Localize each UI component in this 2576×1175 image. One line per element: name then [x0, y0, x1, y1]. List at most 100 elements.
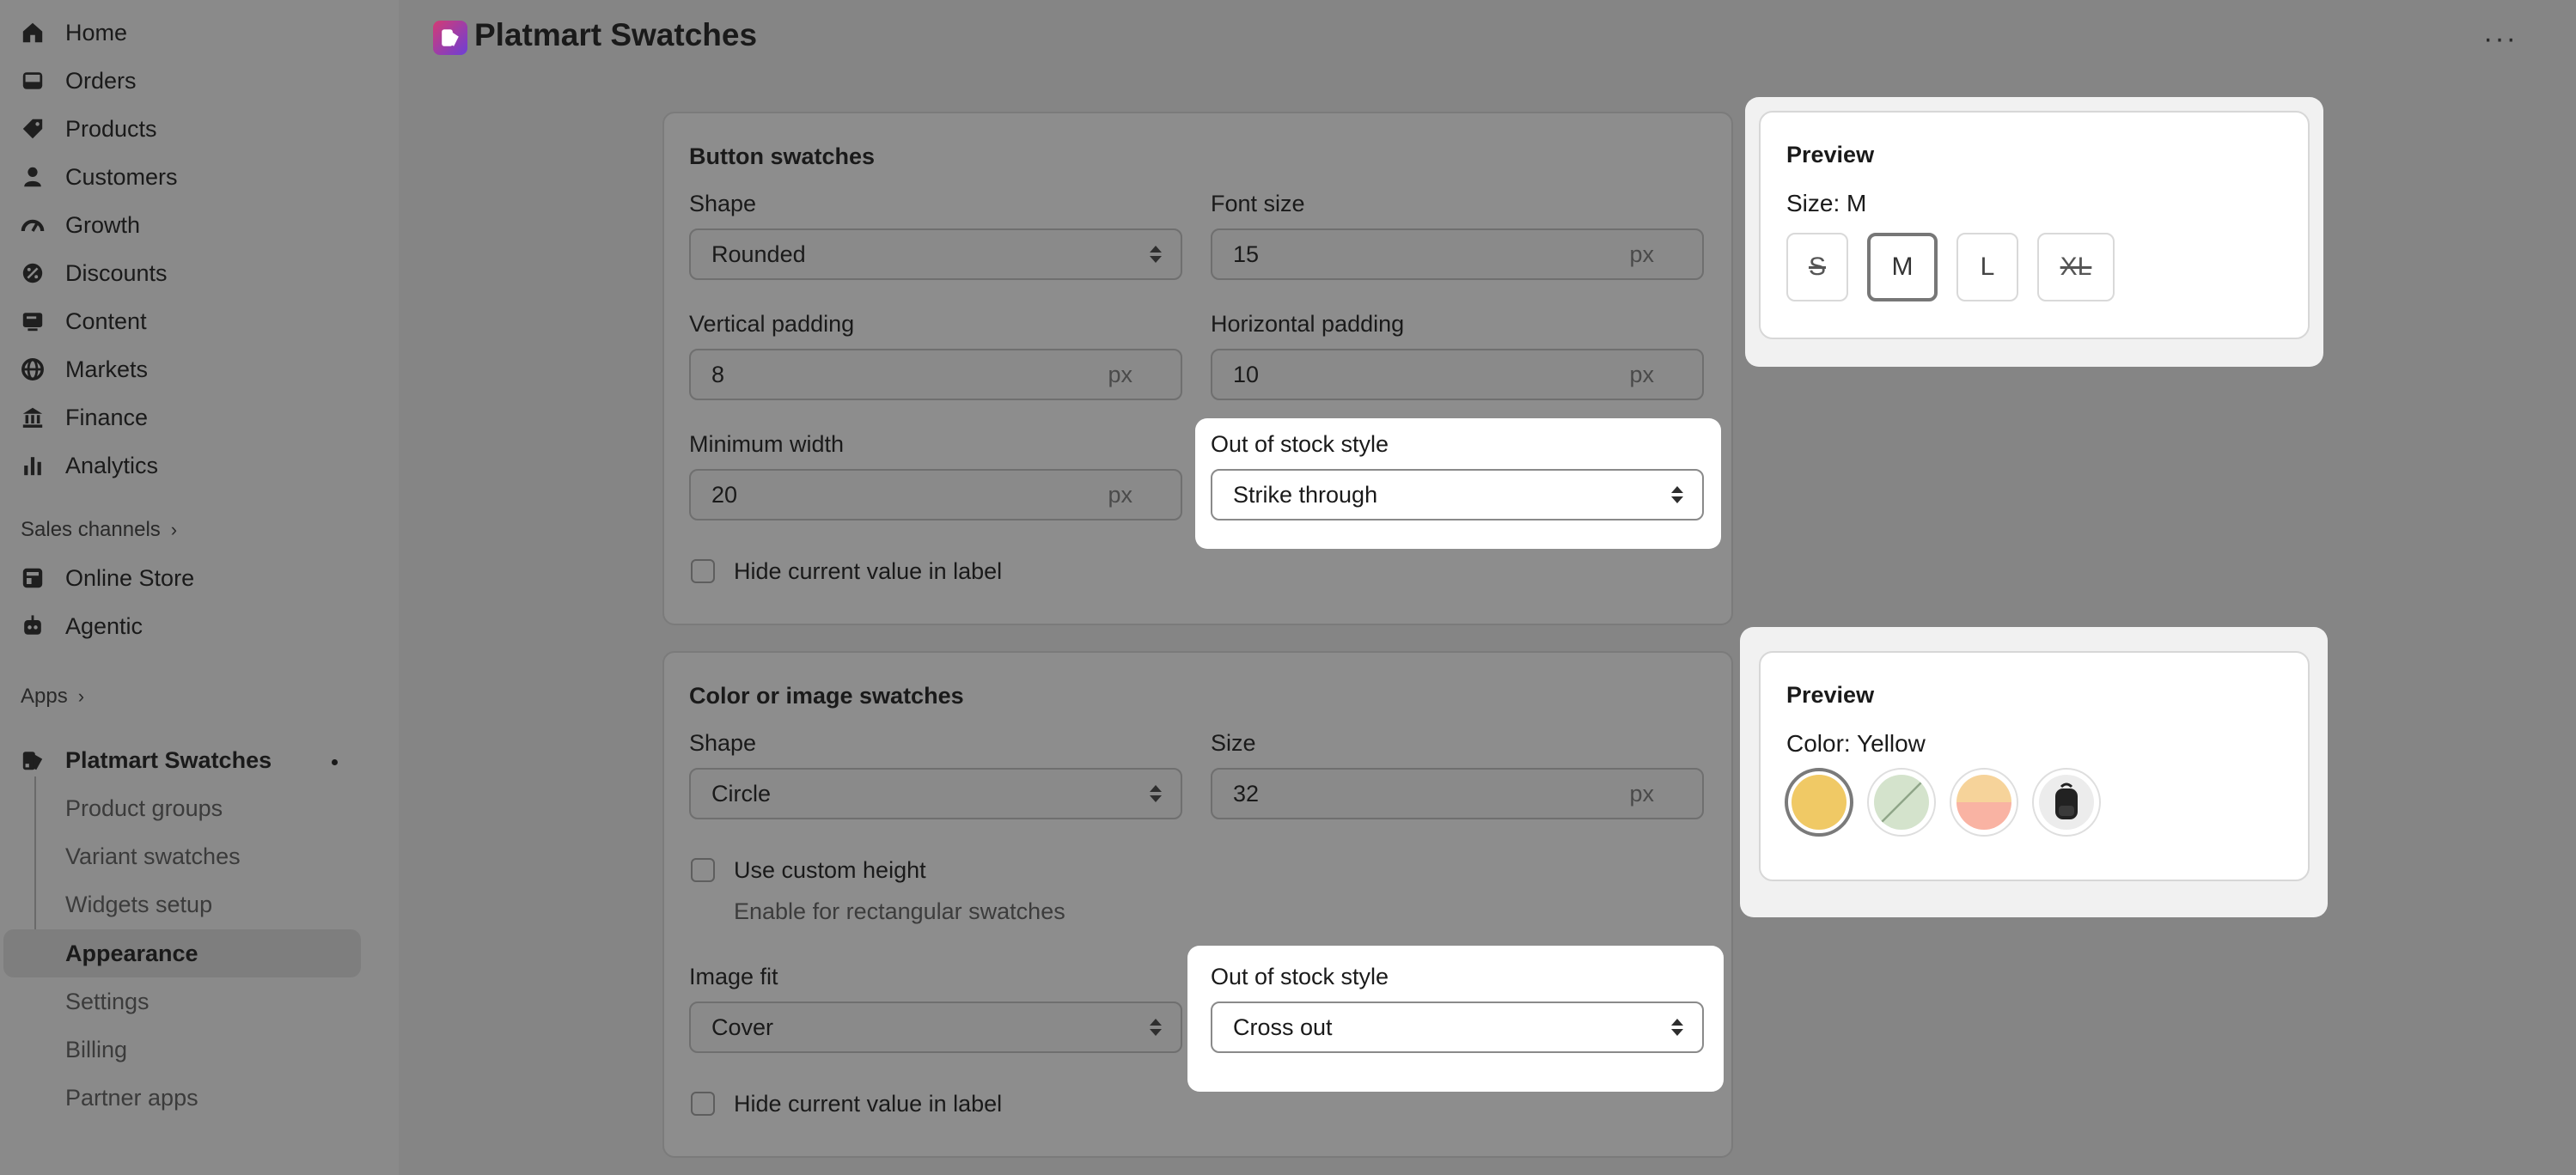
vertical-padding-label: Vertical padding [689, 311, 855, 337]
out-of-stock-select[interactable]: Strike through [1211, 469, 1704, 521]
sub-item-widgets-setup[interactable]: Widgets setup [65, 887, 212, 922]
shape-select[interactable]: Rounded [689, 228, 1182, 280]
vertical-padding-unit: px [1108, 361, 1132, 387]
chevron-right-icon: › [77, 685, 85, 707]
app-swatch-icon [21, 748, 45, 772]
store-icon [21, 566, 45, 590]
sage-color-fill [1874, 775, 1929, 830]
channel-online-store[interactable]: Online Store [21, 557, 194, 599]
channel-agentic[interactable]: Agentic [21, 606, 143, 647]
sub-item-variant-swatches[interactable]: Variant swatches [65, 839, 241, 874]
hide-current-value-checkbox[interactable] [691, 559, 715, 583]
content-monitor-icon [21, 309, 45, 333]
font-size-value: 15 [1233, 240, 1260, 267]
select-arrows-icon [1150, 785, 1162, 802]
nav-content[interactable]: Content [21, 301, 147, 342]
shape-value: Rounded [711, 240, 806, 267]
size-unit: px [1629, 780, 1654, 807]
cross-out-icon [1880, 781, 1923, 824]
use-custom-height-hint: Enable for rectangular swatches [734, 898, 1065, 924]
swatch-sage[interactable] [1867, 768, 1936, 837]
nav-products[interactable]: Products [21, 108, 157, 149]
nav-label: Content [65, 307, 147, 334]
vertical-padding-input[interactable]: 8 px [689, 349, 1182, 400]
select-arrows-icon [1150, 1019, 1162, 1036]
nav-label: Home [65, 19, 128, 46]
sub-item-partner-apps[interactable]: Partner apps [65, 1081, 198, 1115]
horizontal-padding-input[interactable]: 10 px [1211, 349, 1704, 400]
horizontal-padding-unit: px [1629, 361, 1654, 387]
preview-title: Preview [1786, 142, 1875, 167]
button-swatches-title: Button swatches [689, 143, 876, 169]
minimum-width-value: 20 [711, 481, 738, 508]
nav-customers[interactable]: Customers [21, 156, 178, 198]
nav-label: Analytics [65, 452, 159, 478]
yellow-color-fill [1792, 775, 1847, 830]
nav-markets[interactable]: Markets [21, 349, 148, 390]
color-shape-select[interactable]: Circle [689, 768, 1182, 819]
font-size-input[interactable]: 15 px [1211, 228, 1704, 280]
out-of-stock-label: Out of stock style [1211, 431, 1389, 457]
discount-badge-icon [21, 261, 45, 285]
swatch-backpack[interactable] [2032, 768, 2101, 837]
sub-item-appearance[interactable]: Appearance [65, 936, 198, 971]
nav-home[interactable]: Home [21, 12, 127, 53]
nav-discounts[interactable]: Discounts [21, 253, 168, 294]
out-of-stock-value: Cross out [1233, 1014, 1333, 1040]
horizontal-padding-label: Horizontal padding [1211, 311, 1405, 337]
nav-label: Products [65, 115, 157, 142]
swatch-size-input[interactable]: 32 px [1211, 768, 1704, 819]
image-fit-label: Image fit [689, 964, 778, 989]
robot-icon [21, 614, 45, 638]
nav-label: Finance [65, 404, 149, 430]
nav-analytics[interactable]: Analytics [21, 445, 158, 486]
nav-orders[interactable]: Orders [21, 60, 137, 101]
bank-icon [21, 405, 45, 429]
app-status-dot [332, 759, 338, 765]
person-icon [21, 165, 45, 189]
swatch-peach[interactable] [1950, 768, 2018, 837]
use-custom-height-checkbox[interactable] [691, 858, 715, 882]
nav-label: Growth [65, 211, 141, 238]
sales-channels-heading[interactable]: Sales channels › [21, 518, 177, 542]
size-option-xl[interactable]: XL [2037, 233, 2115, 301]
nav-finance[interactable]: Finance [21, 397, 148, 438]
page-title: Platmart Swatches [474, 17, 758, 52]
nav-label: Agentic [65, 612, 143, 639]
gauge-icon [21, 213, 45, 237]
hide-current-value-checkbox[interactable] [691, 1092, 715, 1116]
image-fit-value: Cover [711, 1014, 774, 1040]
apps-heading[interactable]: Apps › [21, 685, 84, 709]
shape-label: Shape [689, 191, 757, 216]
button-preview-panel: Preview Size: M S M L XL [1745, 97, 2323, 367]
color-out-of-stock-select[interactable]: Cross out [1211, 1001, 1704, 1053]
size-option-s[interactable]: S [1786, 233, 1848, 301]
font-size-unit: px [1629, 240, 1654, 267]
select-arrows-icon [1671, 486, 1683, 503]
sub-item-settings[interactable]: Settings [65, 984, 150, 1019]
shape-label: Shape [689, 730, 757, 756]
preview-title: Preview [1786, 682, 1875, 708]
nav-label: Discounts [65, 259, 168, 286]
select-arrows-icon [1150, 246, 1162, 263]
nav-label: Orders [65, 67, 137, 94]
out-of-stock-highlight: Out of stock style Strike through [1195, 418, 1721, 549]
minimum-width-input[interactable]: 20 px [689, 469, 1182, 521]
orders-inbox-icon [21, 69, 45, 93]
color-preview-panel: Preview Color: Yellow [1740, 627, 2328, 917]
globe-icon [21, 357, 45, 381]
home-icon [21, 21, 45, 45]
size-option-m[interactable]: M [1867, 233, 1938, 301]
swatch-yellow[interactable] [1785, 768, 1853, 837]
select-arrows-icon [1671, 1019, 1683, 1036]
image-fit-select[interactable]: Cover [689, 1001, 1182, 1053]
sub-item-product-groups[interactable]: Product groups [65, 791, 223, 825]
app-platmart-swatches[interactable]: Platmart Swatches [21, 740, 272, 781]
nav-growth[interactable]: Growth [21, 204, 140, 246]
nav-label: Customers [65, 163, 178, 190]
size-option-l[interactable]: L [1956, 233, 2018, 301]
sub-item-billing[interactable]: Billing [65, 1032, 127, 1067]
app-logo [433, 21, 467, 55]
more-actions-button[interactable]: ··· [2483, 22, 2518, 56]
sidebar: Home Orders Products Customers Growth Di… [0, 0, 399, 1175]
